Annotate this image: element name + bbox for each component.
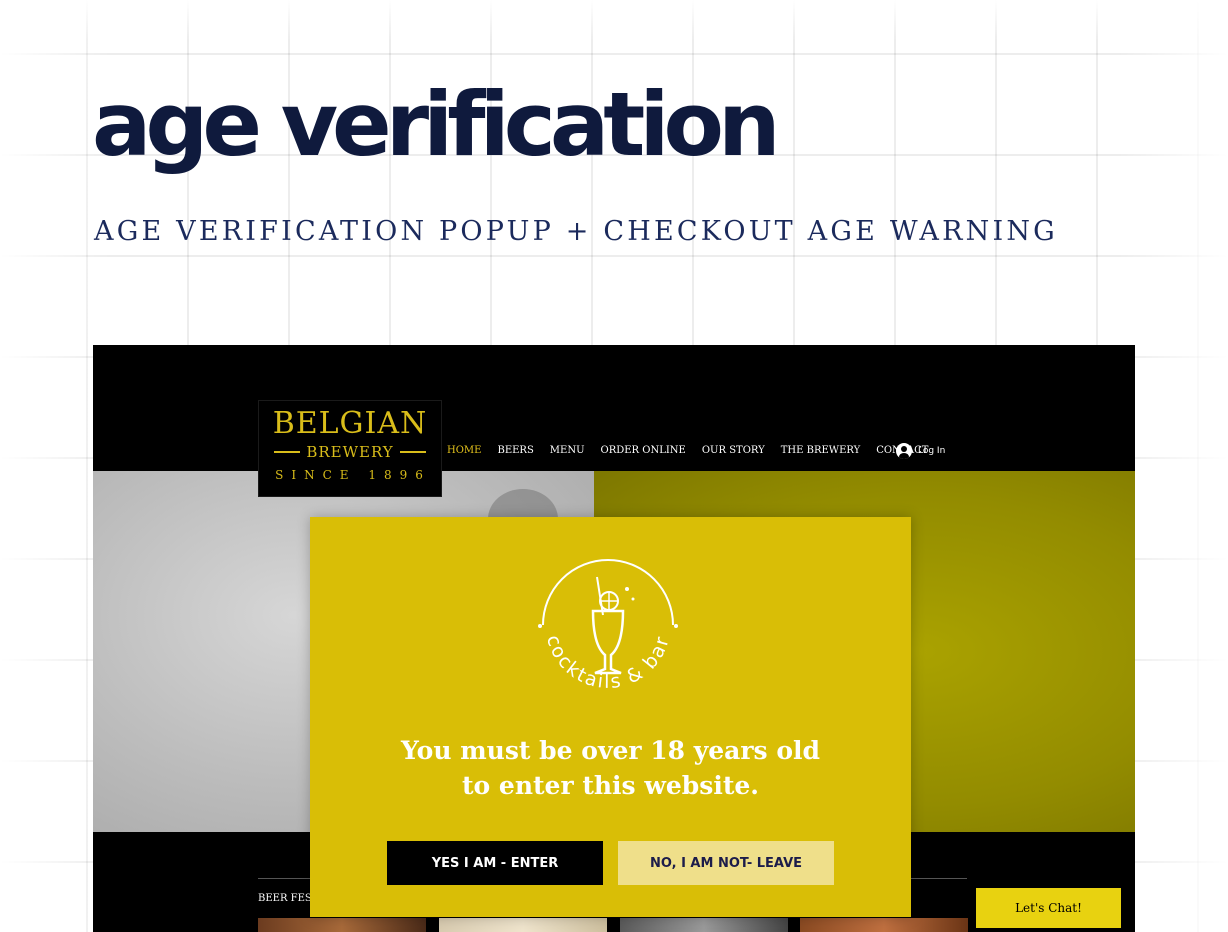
logo-rule-right (399, 451, 426, 453)
user-avatar-icon (896, 443, 912, 459)
brewery-logo[interactable]: BELGIAN BREWERY SINCE 1896 (259, 401, 441, 496)
nav-order-online[interactable]: ORDER ONLINE (601, 445, 686, 456)
leave-button[interactable]: NO, I AM NOT- LEAVE (618, 841, 834, 885)
age-warning-line-2: to enter this website. (462, 771, 759, 800)
page-title: age verification (92, 73, 781, 176)
main-nav: HOME BEERS MENU ORDER ONLINE OUR STORY T… (447, 445, 928, 456)
section-label: BEER FES (258, 893, 312, 904)
nav-beers[interactable]: BEERS (497, 445, 533, 456)
gallery-thumbnail[interactable] (439, 918, 607, 932)
website-preview: BELGIAN BREWERY SINCE 1896 HOME BEERS ME… (93, 345, 1135, 932)
nav-menu[interactable]: MENU (550, 445, 585, 456)
gallery-thumbnail[interactable] (620, 918, 788, 932)
nav-our-story[interactable]: OUR STORY (702, 445, 765, 456)
background-fade-top (0, 0, 1228, 40)
chat-button[interactable]: Let's Chat! (976, 888, 1121, 928)
gallery-thumbnail[interactable] (800, 918, 968, 932)
gallery-thumbnail[interactable] (258, 918, 426, 932)
login-button[interactable]: Log In (896, 443, 945, 459)
logo-name: BELGIAN (272, 406, 428, 441)
cocktail-glass-icon: cocktails & bar (538, 559, 678, 693)
enter-button[interactable]: YES I AM - ENTER (387, 841, 603, 885)
nav-the-brewery[interactable]: THE BREWERY (781, 445, 860, 456)
age-warning-line-1: You must be over 18 years old (401, 736, 820, 765)
page-subtitle: AGE VERIFICATION POPUP + CHECKOUT AGE WA… (94, 216, 1058, 247)
svg-text:cocktails & bar: cocktails & bar (542, 633, 674, 693)
nav-home[interactable]: HOME (447, 445, 481, 456)
age-verification-popup: cocktails & bar You must be over 18 year… (310, 517, 911, 917)
logo-since: SINCE 1896 (275, 468, 431, 482)
login-label: Log In (918, 446, 946, 456)
logo-sub: BREWERY (306, 443, 394, 461)
modal-logo-text: cocktails & bar (542, 633, 672, 693)
logo-rule-left (274, 451, 301, 453)
